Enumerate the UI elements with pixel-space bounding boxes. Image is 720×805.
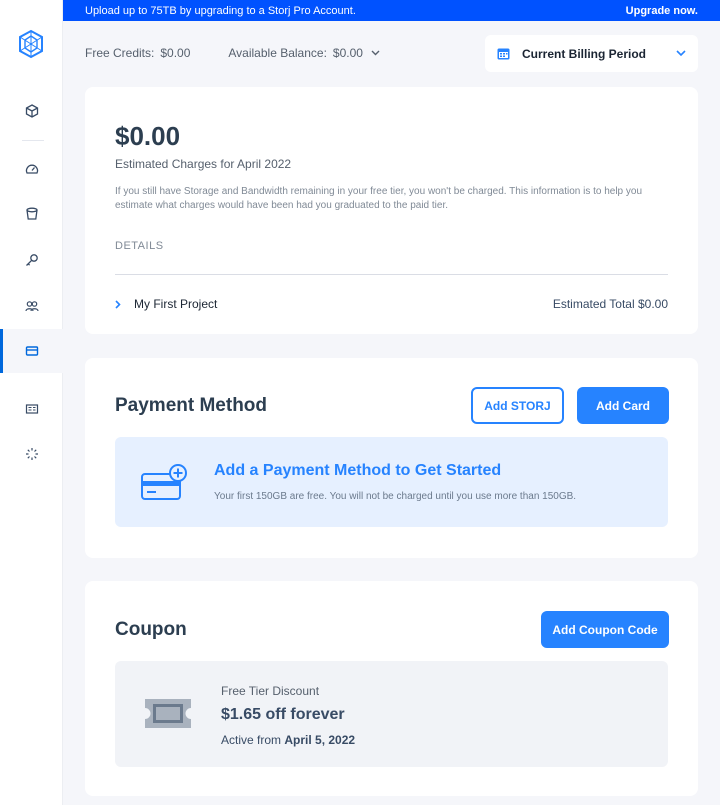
chevron-down-icon [676, 50, 686, 57]
add-coupon-button[interactable]: Add Coupon Code [541, 611, 669, 648]
sidebar-item-billing[interactable] [0, 329, 63, 373]
free-credits-value: $0.00 [160, 46, 191, 60]
billing-period-label: Current Billing Period [522, 46, 647, 61]
billing-period-dropdown[interactable]: Current Billing Period [485, 35, 698, 72]
project-name: My First Project [134, 297, 218, 311]
available-balance-label: Available Balance: [228, 46, 327, 60]
billing-icon [25, 346, 38, 356]
box-icon [25, 104, 38, 118]
users-icon [24, 301, 39, 312]
bucket-icon [25, 207, 38, 220]
payment-method-title: Payment Method [115, 395, 268, 416]
payment-method-card: Payment Method Add STORJ Add Card Add a … [85, 358, 698, 558]
sidebar-item-users[interactable] [0, 284, 63, 328]
project-total: Estimated Total $0.00 [552, 297, 668, 311]
payment-empty-subtitle: Your first 150GB are free. You will not … [214, 491, 577, 502]
sidebar-item-resources[interactable] [0, 387, 63, 431]
coupon-active-prefix: Active from [221, 733, 285, 747]
sidebar-item-dashboard[interactable] [0, 147, 63, 191]
coupon-details: Free Tier Discount $1.65 off forever Act… [115, 661, 668, 767]
storj-logo-icon[interactable] [17, 29, 45, 59]
sidebar-item-project[interactable] [0, 89, 63, 133]
payment-empty-state: Add a Payment Method to Get Started Your… [115, 437, 668, 527]
estimated-charges-label: Estimated Charges for April 2022 [115, 157, 292, 171]
charges-summary-card: $0.00 Estimated Charges for April 2022 I… [85, 87, 698, 334]
coupon-active-value: April 5, 2022 [284, 733, 356, 747]
sidebar [0, 0, 63, 805]
key-icon [25, 254, 38, 266]
available-balance-dropdown[interactable]: Available Balance: $0.00 [228, 46, 380, 60]
details-heading: DETAILS [115, 240, 164, 252]
coupon-title: Coupon [115, 619, 187, 640]
sidebar-divider [22, 140, 44, 141]
add-card-icon [141, 464, 187, 500]
coupon-active-date: Active from April 5, 2022 [221, 733, 355, 747]
coupon-name: Free Tier Discount [221, 684, 320, 698]
free-credits-label: Free Credits: [85, 46, 155, 60]
add-storj-button[interactable]: Add STORJ [471, 387, 564, 424]
coupon-value: $1.65 off forever [221, 706, 345, 723]
project-row-toggle[interactable]: My First Project [115, 297, 217, 311]
resources-icon [25, 404, 38, 414]
total-amount: $0.00 [115, 121, 181, 151]
coupon-card: Coupon Add Coupon Code Free Tier Discoun… [85, 581, 698, 796]
ticket-icon [145, 699, 191, 728]
spinner-icon [25, 448, 38, 460]
chevron-down-icon [371, 50, 380, 56]
sidebar-item-quickstart[interactable] [0, 432, 63, 476]
upgrade-banner: Upload up to 75TB by upgrading to a Stor… [63, 0, 720, 21]
charges-info-text: If you still have Storage and Bandwidth … [115, 186, 643, 211]
chevron-right-icon [115, 299, 121, 309]
payment-empty-title: Add a Payment Method to Get Started [214, 462, 502, 479]
divider [115, 274, 668, 275]
sidebar-item-access[interactable] [0, 238, 63, 282]
sidebar-item-buckets[interactable] [0, 192, 63, 236]
banner-text: Upload up to 75TB by upgrading to a Stor… [85, 4, 356, 17]
calendar-icon [497, 48, 510, 60]
balance-bar: Free Credits: $0.00 Available Balance: $… [85, 46, 418, 60]
add-card-button[interactable]: Add Card [577, 387, 669, 424]
free-credits: Free Credits: $0.00 [85, 46, 190, 60]
upgrade-link[interactable]: Upgrade now. [626, 5, 698, 17]
dashboard-icon [25, 164, 38, 174]
available-balance-value: $0.00 [332, 46, 363, 60]
